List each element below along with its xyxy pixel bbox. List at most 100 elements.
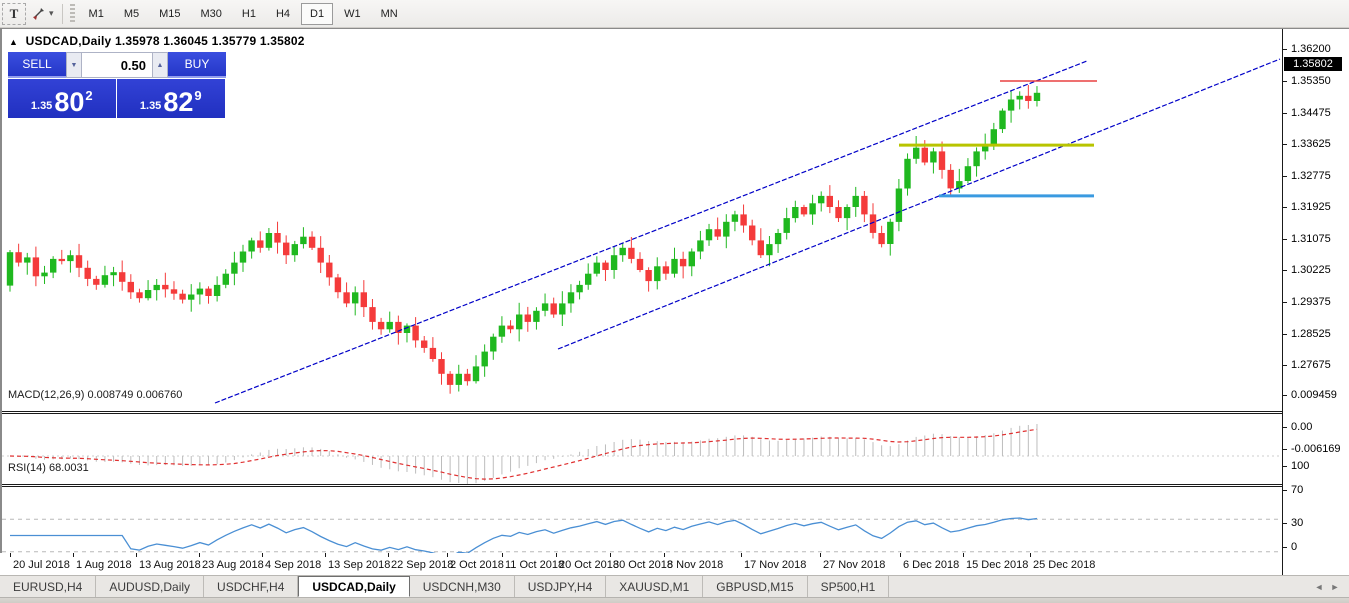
timeframe-button-h4[interactable]: H4: [267, 3, 299, 25]
time-axis-tick: [820, 553, 821, 557]
price-axis-tick: [1283, 81, 1287, 82]
chart-tab-eurusd-h4[interactable]: EURUSD,H4: [0, 576, 96, 597]
chart-tab-usdjpy-h4[interactable]: USDJPY,H4: [515, 576, 606, 597]
buy-button[interactable]: BUY: [168, 52, 226, 78]
price-axis-label: 1.33625: [1291, 138, 1331, 150]
time-axis-label: 15 Dec 2018: [966, 559, 1028, 571]
time-axis-tick: [10, 553, 11, 557]
price-axis-tick: [1283, 144, 1287, 145]
chart-tab-sp500-h1[interactable]: SP500,H1: [808, 576, 890, 597]
time-axis-tick: [610, 553, 611, 557]
macd-signal-value: 0.006760: [136, 389, 182, 401]
chart-tab-xauusd-m1[interactable]: XAUUSD,M1: [606, 576, 703, 597]
time-axis-tick: [1030, 553, 1031, 557]
time-axis-tick: [325, 553, 326, 557]
time-axis-tick: [447, 553, 448, 557]
time-axis-tick: [556, 553, 557, 557]
time-axis-label: 4 Sep 2018: [265, 559, 321, 571]
timeframe-button-m15[interactable]: M15: [150, 3, 189, 25]
time-axis-tick: [388, 553, 389, 557]
arrange-objects-button[interactable]: ▾: [28, 3, 57, 25]
price-axis-label: 1.29375: [1291, 296, 1331, 308]
macd-indicator-label: MACD(12,26,9) 0.008749 0.006760: [8, 389, 182, 401]
volume-increase-button[interactable]: ▲: [152, 52, 168, 78]
chart-tab-usdcad-daily[interactable]: USDCAD,Daily: [298, 576, 409, 597]
buy-price-big: 82: [163, 89, 193, 115]
timeframe-button-h1[interactable]: H1: [233, 3, 265, 25]
price-axis-label: 1.32775: [1291, 170, 1331, 182]
indicator-axis-tick: [1283, 395, 1287, 396]
time-axis-label: 11 Oct 2018: [505, 559, 564, 571]
time-axis-label: 17 Nov 2018: [744, 559, 806, 571]
timeframe-group: M1M5M15M30H1H4D1W1MN: [79, 0, 408, 28]
timeframe-button-w1[interactable]: W1: [335, 3, 370, 25]
current-price-badge: 1.35802: [1284, 57, 1342, 71]
timeframe-button-m5[interactable]: M5: [115, 3, 148, 25]
indicator-axis-label: 0.00: [1291, 421, 1312, 433]
price-axis-tick: [1283, 239, 1287, 240]
time-axis-label: 8 Nov 2018: [667, 559, 723, 571]
indicator-axis-label: 30: [1291, 517, 1303, 529]
sell-price-display[interactable]: 1.35 80 2: [8, 79, 117, 118]
chart-ohlc-quote: 1.35978 1.36045 1.35779 1.35802: [115, 34, 305, 48]
toolbar-grip[interactable]: [70, 4, 75, 24]
time-axis[interactable]: 20 Jul 20181 Aug 201813 Aug 201823 Aug 2…: [0, 553, 1282, 575]
chart-tab-usdcnh-m30[interactable]: USDCNH,M30: [410, 576, 515, 597]
timeframe-button-m1[interactable]: M1: [80, 3, 113, 25]
time-axis-tick: [73, 553, 74, 557]
bottom-strip: [0, 597, 1349, 603]
chart-tab-audusd-daily[interactable]: AUDUSD,Daily: [96, 576, 204, 597]
tab-scroll-group: ◄►: [1311, 576, 1349, 597]
buy-price-prefix: 1.35: [140, 100, 161, 112]
one-click-trading-panel: SELL ▼ ▲ BUY 1.35 80 2 1.35 82 9: [8, 52, 226, 118]
chart-symbol-label: USDCAD,Daily: [26, 34, 112, 48]
indicator-axis-label: 70: [1291, 484, 1303, 496]
sell-button[interactable]: SELL: [8, 52, 66, 78]
time-axis-label: 13 Aug 2018: [139, 559, 201, 571]
time-axis-label: 23 Aug 2018: [202, 559, 264, 571]
tab-scroll-right-icon[interactable]: ►: [1327, 582, 1343, 592]
buy-price-pip: 9: [194, 88, 201, 103]
channel-upper[interactable]: [215, 61, 1087, 403]
toolbar-separator: [62, 4, 63, 24]
time-axis-label: 25 Dec 2018: [1033, 559, 1095, 571]
rsi-value: 68.0031: [49, 462, 89, 474]
timeframe-button-d1[interactable]: D1: [301, 3, 333, 25]
arrange-arrows-icon: [31, 7, 46, 21]
tab-scroll-left-icon[interactable]: ◄: [1311, 582, 1327, 592]
price-axis-label: 1.28525: [1291, 328, 1331, 340]
time-axis-label: 1 Aug 2018: [76, 559, 132, 571]
price-axis[interactable]: 1.362001.353501.344751.336251.327751.319…: [1282, 29, 1349, 575]
indicator-axis-tick: [1283, 466, 1287, 467]
indicator-axis-tick: [1283, 427, 1287, 428]
buy-price-display[interactable]: 1.35 82 9: [117, 79, 226, 118]
macd-main-value: 0.008749: [87, 389, 133, 401]
volume-decrease-button[interactable]: ▼: [66, 52, 82, 78]
indicator-axis-label: 0: [1291, 541, 1297, 553]
timeframe-button-mn[interactable]: MN: [372, 3, 407, 25]
sell-price-big: 80: [54, 89, 84, 115]
price-axis-label: 1.35350: [1291, 75, 1331, 87]
indicator-axis-tick: [1283, 449, 1287, 450]
time-axis-tick: [502, 553, 503, 557]
price-axis-tick: [1283, 176, 1287, 177]
channel-lower[interactable]: [558, 59, 1280, 349]
price-axis-label: 1.36200: [1291, 43, 1331, 55]
rsi-indicator-label: RSI(14) 68.0031: [8, 462, 89, 474]
time-axis-tick: [664, 553, 665, 557]
chevron-down-icon: ▾: [49, 8, 54, 19]
price-axis-tick: [1283, 113, 1287, 114]
price-axis-label: 1.31075: [1291, 233, 1331, 245]
price-axis-tick: [1283, 49, 1287, 50]
volume-input[interactable]: [82, 52, 152, 78]
time-axis-label: 22 Sep 2018: [391, 559, 453, 571]
chart-tab-usdchf-h4[interactable]: USDCHF,H4: [204, 576, 298, 597]
sell-price-prefix: 1.35: [31, 100, 52, 112]
time-axis-tick: [136, 553, 137, 557]
chart-tab-gbpusd-m15[interactable]: GBPUSD,M15: [703, 576, 807, 597]
text-tool-button[interactable]: T: [2, 3, 26, 25]
macd-panel-canvas[interactable]: [2, 414, 1284, 484]
timeframe-button-m30[interactable]: M30: [192, 3, 231, 25]
time-axis-label: 30 Oct 2018: [613, 559, 673, 571]
collapse-icon[interactable]: ▲: [9, 37, 18, 47]
